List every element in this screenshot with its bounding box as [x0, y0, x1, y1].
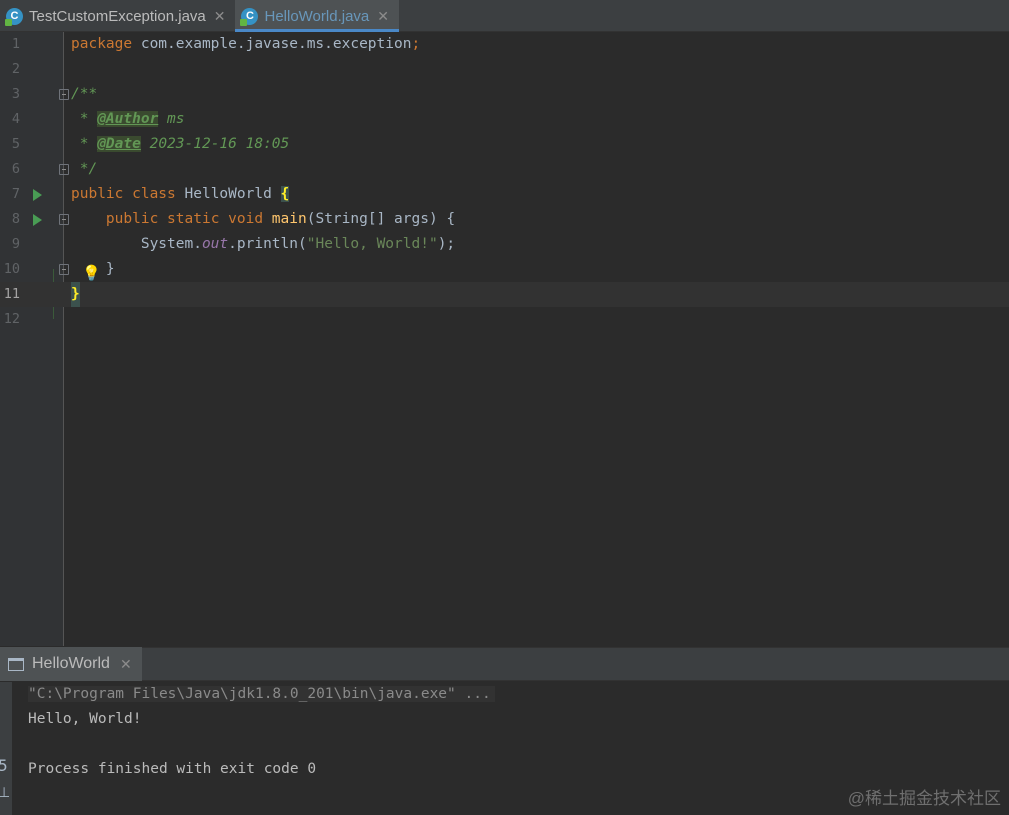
code-line-9[interactable]: 9 System.out.println("Hello, World!"); — [0, 232, 1009, 257]
fold-marker-icon[interactable] — [59, 264, 69, 275]
run-arrow-icon[interactable] — [33, 189, 42, 201]
run-tool-window-bar: HelloWorld ✕ — [0, 647, 1009, 681]
line-number: 12 — [3, 311, 20, 327]
code-line-10[interactable]: 10 💡 } — [0, 257, 1009, 282]
console-output: Hello, World! — [28, 711, 142, 727]
close-icon[interactable]: ✕ — [120, 656, 132, 673]
code-editor[interactable]: 1 package com.example.javase.ms.exceptio… — [0, 32, 1009, 646]
static-field: out — [201, 236, 229, 252]
comment-star: * — [71, 111, 98, 127]
console-exit-message: Process finished with exit code 0 — [28, 761, 317, 777]
code-line-12[interactable]: 12 — [0, 307, 1009, 332]
line-number: 8 — [11, 211, 20, 227]
line-number: 9 — [11, 236, 20, 252]
method-name: main — [263, 211, 307, 227]
tab-test-custom-exception[interactable]: C TestCustomException.java ✕ — [0, 0, 235, 32]
comment-star: * — [71, 136, 98, 152]
code-line-7[interactable]: 7 public class HelloWorld { — [0, 182, 1009, 207]
code-line-8[interactable]: 8 public static void main(String[] args)… — [0, 207, 1009, 232]
close-icon[interactable]: ✕ — [377, 8, 389, 25]
fold-marker-icon[interactable] — [59, 164, 69, 175]
keyword: package — [71, 36, 133, 52]
javadoc-tag: @Date — [97, 136, 141, 152]
semicolon: ; — [411, 36, 421, 52]
comment-close: */ — [71, 161, 98, 177]
line-number: 11 — [3, 286, 20, 302]
keyword: public — [71, 186, 124, 202]
console-toolbar: 5 ⊥ — [0, 682, 12, 815]
method-call: .println( — [228, 236, 307, 252]
javadoc-value: ms — [158, 111, 185, 127]
call-end: ); — [437, 236, 456, 252]
code-line-3[interactable]: 3 /** — [0, 82, 1009, 107]
comment-open: /** — [71, 86, 98, 102]
line-number: 3 — [11, 86, 20, 102]
toolbar-button-icon[interactable]: ⊥ — [0, 784, 10, 801]
method-signature: (String[] args) { — [306, 211, 456, 227]
javadoc-tag: @Author — [97, 111, 159, 127]
close-icon[interactable]: ✕ — [214, 8, 226, 25]
tab-label: TestCustomException.java — [29, 7, 206, 25]
code-line-6[interactable]: 6 */ — [0, 157, 1009, 182]
tab-hello-world[interactable]: C HelloWorld.java ✕ — [235, 0, 399, 32]
line-number: 7 — [11, 186, 20, 202]
package-name: com.example.javase.ms.exception — [132, 36, 412, 52]
line-number: 4 — [11, 111, 20, 127]
fold-marker-icon[interactable] — [59, 89, 69, 100]
terminal-icon — [8, 657, 24, 671]
run-tab-hello-world[interactable]: HelloWorld ✕ — [0, 647, 142, 681]
keyword: public — [105, 211, 159, 227]
fold-marker-icon[interactable] — [59, 214, 69, 225]
line-number: 1 — [11, 36, 20, 52]
line-number: 5 — [11, 136, 20, 152]
code-line-2[interactable]: 2 — [0, 57, 1009, 82]
code-line-11[interactable]: 11 } — [0, 282, 1009, 307]
brace-highlight: } — [71, 282, 80, 307]
keyword: static — [158, 211, 220, 227]
string-literal: "Hello, World!" — [306, 236, 438, 252]
class-ref: System. — [140, 236, 202, 252]
code-line-4[interactable]: 4 * @Author ms — [0, 107, 1009, 132]
watermark: @稀土掘金技术社区 — [847, 789, 1001, 808]
console-command[interactable]: "C:\Program Files\Java\jdk1.8.0_201\bin\… — [28, 686, 495, 702]
run-arrow-icon[interactable] — [33, 214, 42, 226]
closing-brace: } — [71, 261, 115, 277]
line-number: 10 — [3, 261, 20, 277]
editor-tab-bar: C TestCustomException.java ✕ C HelloWorl… — [0, 0, 1009, 32]
keyword: class — [123, 186, 176, 202]
line-number: 6 — [11, 161, 20, 177]
code-line-1[interactable]: 1 package com.example.javase.ms.exceptio… — [0, 32, 1009, 57]
run-tab-label: HelloWorld — [32, 655, 110, 672]
keyword: void — [219, 211, 264, 227]
code-line-5[interactable]: 5 * @Date 2023-12-16 18:05 — [0, 132, 1009, 157]
java-class-icon: C — [240, 7, 259, 26]
class-name: HelloWorld — [175, 186, 281, 202]
java-class-icon: C — [5, 7, 23, 26]
tab-label: HelloWorld.java — [264, 7, 370, 25]
brace-highlight: { — [280, 186, 290, 202]
toolbar-button-icon[interactable]: 5 — [0, 756, 8, 775]
line-number: 2 — [11, 61, 20, 77]
javadoc-value: 2023-12-16 18:05 — [140, 136, 290, 152]
